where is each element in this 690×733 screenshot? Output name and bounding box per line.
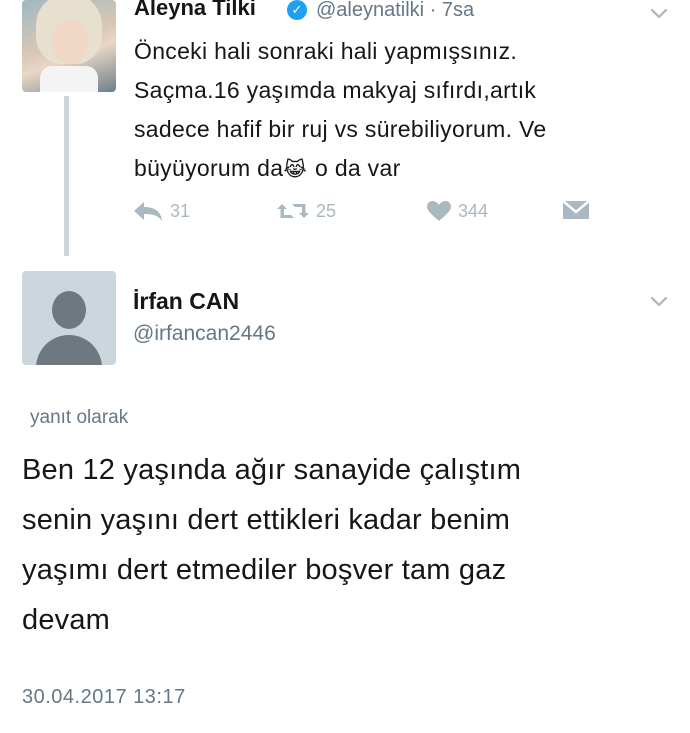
avatar-aleyna[interactable] xyxy=(22,0,116,92)
thread-line xyxy=(64,96,69,256)
original-handle[interactable]: @aleynatilki xyxy=(316,0,424,21)
reply-button[interactable]: 31 xyxy=(132,200,190,222)
original-text-line: Saçma.16 yaşımda makyaj sıfırdı,artık xyxy=(134,77,537,103)
retweet-count: 25 xyxy=(316,200,337,221)
original-text-line: büyüyorum da😹 o da var xyxy=(134,149,674,190)
reply-count: 31 xyxy=(170,200,191,221)
original-display-name[interactable]: Aleyna Tilki xyxy=(134,0,256,21)
reply-text-line: yaşımı dert etmediler boşver tam gaz xyxy=(22,554,507,586)
original-time[interactable]: 7sa xyxy=(442,0,474,21)
reply-tweet-text: Ben 12 yaşında ağır sanayide çalıştım se… xyxy=(22,445,662,645)
like-count: 344 xyxy=(458,200,489,221)
reply-timestamp[interactable]: 30.04.2017 13:17 xyxy=(22,683,186,711)
chevron-down-icon[interactable] xyxy=(650,4,668,24)
original-text-segment: büyüyorum da xyxy=(134,155,284,181)
envelope-icon xyxy=(562,200,590,219)
reply-icon xyxy=(134,202,162,221)
avatar-shirt xyxy=(40,66,98,92)
original-text-line: sadece hafif bir ruj vs sürebiliyorum. V… xyxy=(134,116,547,142)
reply-handle[interactable]: @irfancan2446 xyxy=(133,320,276,348)
original-tweet-text: Önceki hali sonraki hali yapmışsınız. Sa… xyxy=(134,32,674,190)
retweet-icon xyxy=(277,204,309,218)
heart-icon xyxy=(427,201,451,221)
avatar-irfan[interactable] xyxy=(22,271,116,365)
reply-text-line: Ben 12 yaşında ağır sanayide çalıştım xyxy=(22,454,522,486)
reply-display-name[interactable]: İrfan CAN xyxy=(133,286,239,316)
avatar-face xyxy=(52,20,88,64)
original-handle-time[interactable]: @aleynatilki · 7sa xyxy=(316,0,474,23)
original-text-segment: o da var xyxy=(315,155,401,181)
default-avatar-body xyxy=(36,335,102,365)
cat-joy-emoji-icon: 😹 xyxy=(283,159,308,181)
time-separator: · xyxy=(429,0,437,21)
like-button[interactable]: 344 xyxy=(426,200,488,222)
chevron-down-icon[interactable] xyxy=(650,292,668,312)
reply-text-line: devam xyxy=(22,604,111,636)
replying-to-label: yanıt olarak xyxy=(30,407,129,428)
direct-message-button[interactable] xyxy=(562,200,590,220)
original-text-line: Önceki hali sonraki hali yapmışsınız. xyxy=(134,38,518,64)
retweet-button[interactable]: 25 xyxy=(276,200,336,222)
default-avatar-head xyxy=(52,291,86,329)
verified-badge-icon: ✓ xyxy=(287,0,307,20)
reply-text-line: senin yaşını dert ettikleri kadar benim xyxy=(22,504,511,536)
